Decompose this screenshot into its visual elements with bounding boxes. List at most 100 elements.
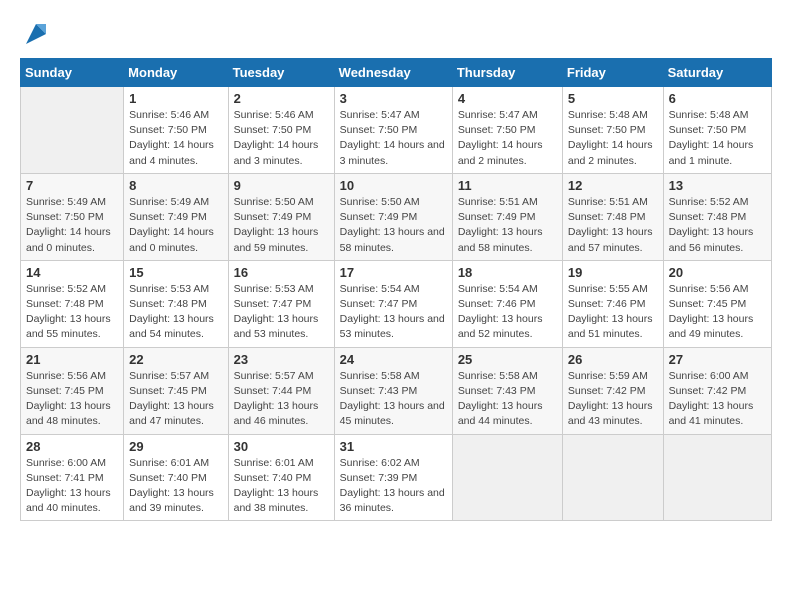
calendar-week-row: 1Sunrise: 5:46 AMSunset: 7:50 PMDaylight… (21, 87, 772, 174)
day-number: 30 (234, 439, 329, 454)
day-detail: Sunrise: 5:55 AMSunset: 7:46 PMDaylight:… (568, 282, 658, 343)
day-number: 11 (458, 178, 557, 193)
day-detail: Sunrise: 5:51 AMSunset: 7:48 PMDaylight:… (568, 195, 658, 256)
calendar-week-row: 28 Sunrise: 6:00 AMSunset: 7:41 PMDayligh… (21, 434, 772, 521)
day-number: 9 (234, 178, 329, 193)
calendar-cell: 14 Sunrise: 5:52 AMSunset: 7:48 PMDayligh… (21, 260, 124, 347)
calendar-cell: 31 Sunrise: 6:02 AMSunset: 7:39 PMDayligh… (334, 434, 452, 521)
day-detail: Sunrise: 5:59 AMSunset: 7:42 PMDaylight:… (568, 369, 658, 430)
calendar-cell: 28 Sunrise: 6:00 AMSunset: 7:41 PMDayligh… (21, 434, 124, 521)
day-number: 13 (669, 178, 766, 193)
day-detail: Sunrise: 5:50 AMSunset: 7:49 PMDaylight:… (340, 195, 447, 256)
day-number: 6 (669, 91, 766, 106)
calendar-cell (452, 434, 562, 521)
day-detail: Sunrise: 5:47 AMSunset: 7:50 PMDaylight:… (340, 108, 447, 169)
calendar-cell: 11 Sunrise: 5:51 AMSunset: 7:49 PMDayligh… (452, 173, 562, 260)
day-number: 31 (340, 439, 447, 454)
day-of-week-header: Thursday (452, 59, 562, 87)
calendar-week-row: 21 Sunrise: 5:56 AMSunset: 7:45 PMDayligh… (21, 347, 772, 434)
calendar-cell: 10 Sunrise: 5:50 AMSunset: 7:49 PMDayligh… (334, 173, 452, 260)
day-number: 2 (234, 91, 329, 106)
calendar-week-row: 7Sunrise: 5:49 AMSunset: 7:50 PMDaylight… (21, 173, 772, 260)
calendar-cell (21, 87, 124, 174)
day-detail: Sunrise: 5:48 AMSunset: 7:50 PMDaylight:… (669, 108, 766, 169)
calendar-cell: 21 Sunrise: 5:56 AMSunset: 7:45 PMDayligh… (21, 347, 124, 434)
day-number: 17 (340, 265, 447, 280)
day-detail: Sunrise: 5:58 AMSunset: 7:43 PMDaylight:… (458, 369, 557, 430)
calendar-cell: 27 Sunrise: 6:00 AMSunset: 7:42 PMDayligh… (663, 347, 771, 434)
day-of-week-header: Friday (562, 59, 663, 87)
calendar-cell: 26 Sunrise: 5:59 AMSunset: 7:42 PMDayligh… (562, 347, 663, 434)
day-number: 8 (129, 178, 222, 193)
calendar-week-row: 14 Sunrise: 5:52 AMSunset: 7:48 PMDayligh… (21, 260, 772, 347)
day-detail: Sunrise: 5:48 AMSunset: 7:50 PMDaylight:… (568, 108, 658, 169)
calendar-cell: 2 Sunrise: 5:46 AMSunset: 7:50 PMDaylight… (228, 87, 334, 174)
logo-icon (22, 20, 50, 48)
calendar-cell: 8 Sunrise: 5:49 AMSunset: 7:49 PMDaylight… (124, 173, 228, 260)
day-detail: Sunrise: 5:49 AMSunset: 7:49 PMDaylight:… (129, 195, 222, 256)
day-detail: Sunrise: 5:56 AMSunset: 7:45 PMDaylight:… (669, 282, 766, 343)
day-detail: Sunrise: 5:52 AMSunset: 7:48 PMDaylight:… (26, 282, 118, 343)
day-detail: Sunrise: 5:46 AMSunset: 7:50 PMDaylight:… (129, 108, 222, 169)
day-number: 27 (669, 352, 766, 367)
calendar-cell: 4 Sunrise: 5:47 AMSunset: 7:50 PMDaylight… (452, 87, 562, 174)
calendar-cell: 5Sunrise: 5:48 AMSunset: 7:50 PMDaylight… (562, 87, 663, 174)
day-number: 20 (669, 265, 766, 280)
day-of-week-header: Wednesday (334, 59, 452, 87)
day-detail: Sunrise: 5:53 AMSunset: 7:48 PMDaylight:… (129, 282, 222, 343)
day-number: 12 (568, 178, 658, 193)
calendar-cell: 15Sunrise: 5:53 AMSunset: 7:48 PMDayligh… (124, 260, 228, 347)
day-number: 29 (129, 439, 222, 454)
calendar-cell: 22Sunrise: 5:57 AMSunset: 7:45 PMDayligh… (124, 347, 228, 434)
calendar-cell: 23 Sunrise: 5:57 AMSunset: 7:44 PMDayligh… (228, 347, 334, 434)
calendar-cell: 24 Sunrise: 5:58 AMSunset: 7:43 PMDayligh… (334, 347, 452, 434)
calendar-cell (562, 434, 663, 521)
calendar-cell: 6 Sunrise: 5:48 AMSunset: 7:50 PMDaylight… (663, 87, 771, 174)
day-detail: Sunrise: 6:00 AMSunset: 7:41 PMDaylight:… (26, 456, 118, 517)
day-detail: Sunrise: 5:51 AMSunset: 7:49 PMDaylight:… (458, 195, 557, 256)
day-number: 28 (26, 439, 118, 454)
day-detail: Sunrise: 5:54 AMSunset: 7:46 PMDaylight:… (458, 282, 557, 343)
day-detail: Sunrise: 5:53 AMSunset: 7:47 PMDaylight:… (234, 282, 329, 343)
day-number: 4 (458, 91, 557, 106)
day-detail: Sunrise: 5:58 AMSunset: 7:43 PMDaylight:… (340, 369, 447, 430)
day-detail: Sunrise: 5:46 AMSunset: 7:50 PMDaylight:… (234, 108, 329, 169)
calendar-cell: 12 Sunrise: 5:51 AMSunset: 7:48 PMDayligh… (562, 173, 663, 260)
day-detail: Sunrise: 5:49 AMSunset: 7:50 PMDaylight:… (26, 195, 118, 256)
calendar-cell: 17Sunrise: 5:54 AMSunset: 7:47 PMDayligh… (334, 260, 452, 347)
page-header (20, 20, 772, 48)
day-number: 23 (234, 352, 329, 367)
day-number: 21 (26, 352, 118, 367)
day-detail: Sunrise: 6:01 AMSunset: 7:40 PMDaylight:… (234, 456, 329, 517)
calendar-cell: 13Sunrise: 5:52 AMSunset: 7:48 PMDayligh… (663, 173, 771, 260)
day-detail: Sunrise: 6:00 AMSunset: 7:42 PMDaylight:… (669, 369, 766, 430)
calendar-cell (663, 434, 771, 521)
day-detail: Sunrise: 5:56 AMSunset: 7:45 PMDaylight:… (26, 369, 118, 430)
day-of-week-header: Monday (124, 59, 228, 87)
calendar-cell: 7Sunrise: 5:49 AMSunset: 7:50 PMDaylight… (21, 173, 124, 260)
calendar-cell: 20 Sunrise: 5:56 AMSunset: 7:45 PMDayligh… (663, 260, 771, 347)
day-of-week-header: Sunday (21, 59, 124, 87)
day-detail: Sunrise: 6:02 AMSunset: 7:39 PMDaylight:… (340, 456, 447, 517)
day-number: 25 (458, 352, 557, 367)
calendar-cell: 16 Sunrise: 5:53 AMSunset: 7:47 PMDayligh… (228, 260, 334, 347)
day-detail: Sunrise: 5:47 AMSunset: 7:50 PMDaylight:… (458, 108, 557, 169)
logo (20, 20, 50, 48)
day-detail: Sunrise: 5:57 AMSunset: 7:44 PMDaylight:… (234, 369, 329, 430)
day-number: 26 (568, 352, 658, 367)
calendar-table: SundayMondayTuesdayWednesdayThursdayFrid… (20, 58, 772, 521)
day-number: 14 (26, 265, 118, 280)
day-number: 24 (340, 352, 447, 367)
day-number: 19 (568, 265, 658, 280)
calendar-cell: 9 Sunrise: 5:50 AMSunset: 7:49 PMDaylight… (228, 173, 334, 260)
day-number: 16 (234, 265, 329, 280)
calendar-cell: 30 Sunrise: 6:01 AMSunset: 7:40 PMDayligh… (228, 434, 334, 521)
calendar-cell: 18 Sunrise: 5:54 AMSunset: 7:46 PMDayligh… (452, 260, 562, 347)
day-detail: Sunrise: 6:01 AMSunset: 7:40 PMDaylight:… (129, 456, 222, 517)
calendar-cell: 29 Sunrise: 6:01 AMSunset: 7:40 PMDayligh… (124, 434, 228, 521)
day-number: 10 (340, 178, 447, 193)
day-number: 18 (458, 265, 557, 280)
day-detail: Sunrise: 5:50 AMSunset: 7:49 PMDaylight:… (234, 195, 329, 256)
calendar-cell: 1Sunrise: 5:46 AMSunset: 7:50 PMDaylight… (124, 87, 228, 174)
day-number: 3 (340, 91, 447, 106)
